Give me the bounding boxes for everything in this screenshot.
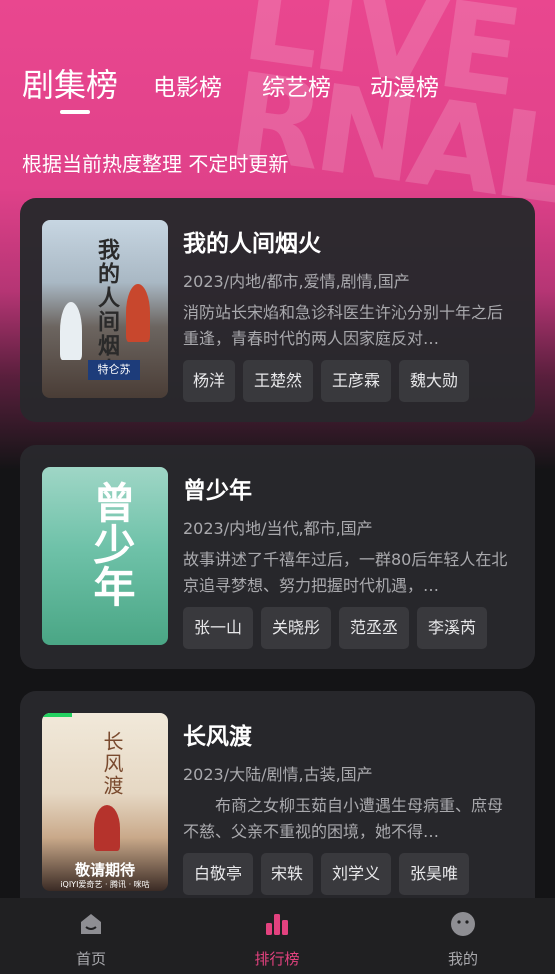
cast-tag[interactable]: 张昊唯 bbox=[399, 853, 469, 895]
tab-series[interactable]: 剧集榜 bbox=[22, 60, 118, 106]
item-title: 长风渡 bbox=[183, 724, 252, 750]
home-icon bbox=[81, 914, 101, 934]
ranking-icon bbox=[266, 914, 288, 935]
cast-tag[interactable]: 魏大勋 bbox=[399, 360, 469, 402]
bottom-navigation: 首页 排行榜 我的 bbox=[0, 898, 555, 974]
active-tab-indicator bbox=[60, 110, 90, 114]
item-description: 布商之女柳玉茹自小遭遇生母病重、庶母不慈、父亲不重视的困境，她不得… bbox=[183, 796, 504, 841]
poster-image: 我的人间烟火 特仑苏 bbox=[42, 220, 168, 398]
item-meta: 2023/大陆/剧情,古装,国产 bbox=[183, 765, 373, 784]
item-meta: 2023/内地/都市,爱情,剧情,国产 bbox=[183, 272, 410, 291]
poster-badge: 特仑苏 bbox=[88, 360, 140, 380]
poster-image: 长风渡 敬请期待 iQIYI爱奇艺 · 腾讯 · 咪咕 bbox=[42, 713, 168, 891]
poster-title-text: 长风渡 bbox=[100, 731, 124, 797]
cast-tag[interactable]: 王彦霖 bbox=[321, 360, 391, 402]
cast-tag[interactable]: 范丞丞 bbox=[339, 607, 409, 649]
tab-movies[interactable]: 电影榜 bbox=[153, 68, 222, 102]
cast-tag[interactable]: 杨洋 bbox=[183, 360, 235, 402]
item-title: 我的人间烟火 bbox=[183, 231, 321, 257]
item-description: 故事讲述了千禧年过后，一群80后年轻人在北京追寻梦想、努力把握时代机遇，… bbox=[183, 550, 508, 595]
ranking-card[interactable]: 长风渡 敬请期待 iQIYI爱奇艺 · 腾讯 · 咪咕 长风渡 2023/大陆/… bbox=[20, 691, 535, 915]
tab-variety[interactable]: 综艺榜 bbox=[262, 68, 331, 102]
profile-icon bbox=[451, 912, 475, 936]
item-meta: 2023/内地/当代,都市,国产 bbox=[183, 519, 373, 538]
cast-tag[interactable]: 李溪芮 bbox=[417, 607, 487, 649]
nav-home[interactable]: 首页 bbox=[36, 898, 146, 974]
cast-tag[interactable]: 刘学义 bbox=[321, 853, 391, 895]
nav-profile[interactable]: 我的 bbox=[408, 898, 518, 974]
cast-tag[interactable]: 王楚然 bbox=[243, 360, 313, 402]
item-title: 曾少年 bbox=[183, 478, 252, 504]
nav-label: 我的 bbox=[447, 950, 478, 968]
ranking-subtitle: 根据当前热度整理 不定时更新 bbox=[22, 152, 289, 176]
nav-label: 排行榜 bbox=[254, 950, 300, 968]
ranking-card[interactable]: 曾少年 曾少年 2023/内地/当代,都市,国产 故事讲述了千禧年过后，一群80… bbox=[20, 445, 535, 669]
cast-tag[interactable]: 张一山 bbox=[183, 607, 253, 649]
poster-title-text: 曾少年 bbox=[87, 481, 136, 607]
poster-platform-logos: iQIYI爱奇艺 · 腾讯 · 咪咕 bbox=[60, 880, 150, 889]
poster-coming-soon: 敬请期待 bbox=[74, 861, 135, 879]
nav-label: 首页 bbox=[75, 950, 106, 968]
cast-tag[interactable]: 白敬亭 bbox=[183, 853, 253, 895]
cast-tag[interactable]: 关晓彤 bbox=[261, 607, 331, 649]
item-description: 消防站长宋焰和急诊科医生许沁分别十年之后重逢，青春时代的两人因家庭反对… bbox=[183, 303, 504, 348]
cast-tag[interactable]: 宋轶 bbox=[261, 853, 313, 895]
nav-ranking[interactable]: 排行榜 bbox=[222, 898, 332, 974]
poster-accent-bar bbox=[42, 713, 72, 717]
ranking-card[interactable]: 我的人间烟火 特仑苏 我的人间烟火 2023/内地/都市,爱情,剧情,国产 消防… bbox=[20, 198, 535, 422]
tab-anime[interactable]: 动漫榜 bbox=[370, 68, 439, 102]
poster-image: 曾少年 bbox=[42, 467, 168, 645]
